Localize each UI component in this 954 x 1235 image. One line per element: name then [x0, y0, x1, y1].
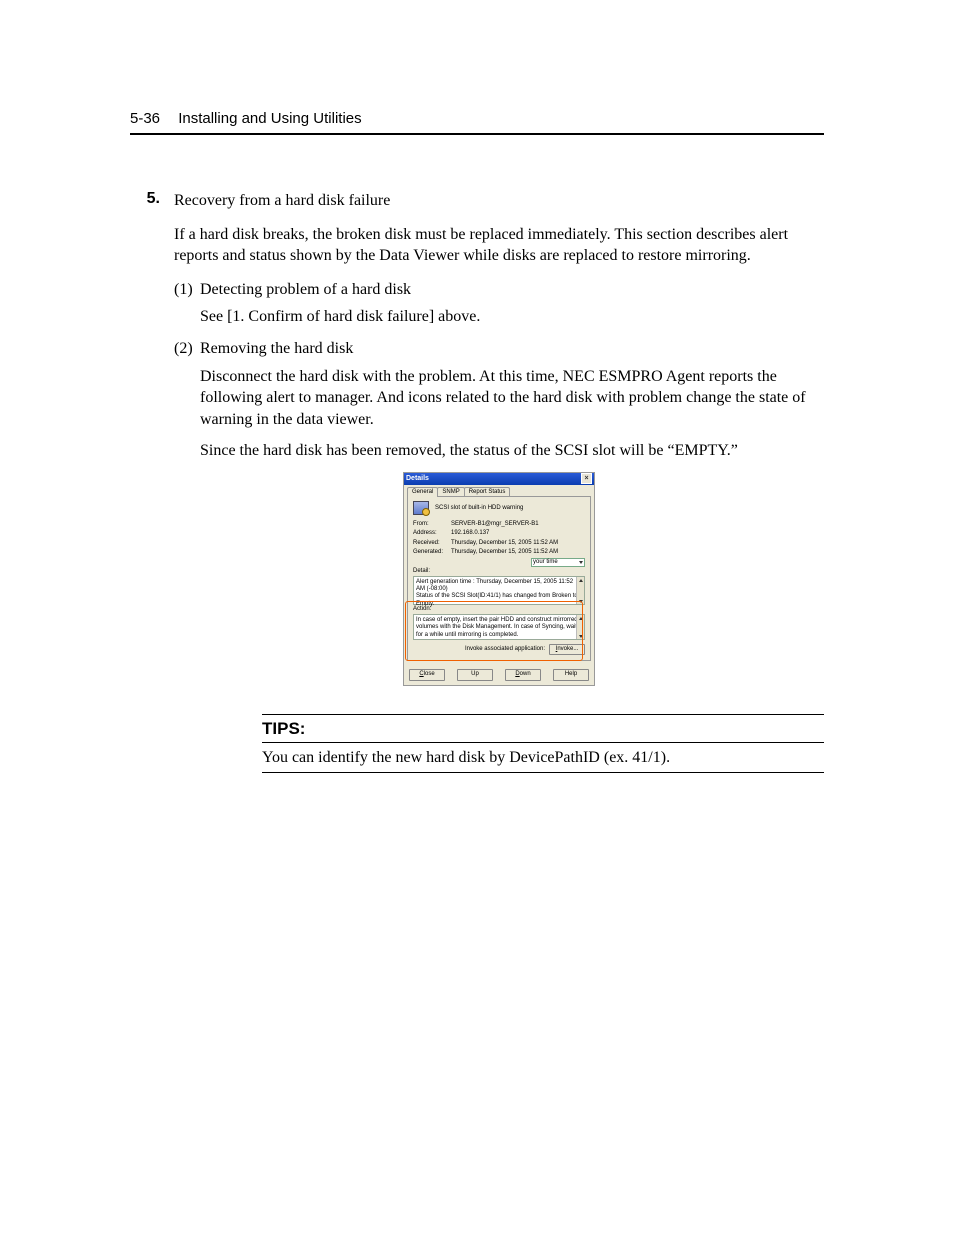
tips-body: You can identify the new hard disk by De…: [262, 743, 824, 773]
substep-2: (2) Removing the hard disk: [174, 338, 824, 366]
page-number: 5-36: [130, 110, 160, 127]
substep-1-num: (1): [174, 279, 200, 307]
substep-2-num: (2): [174, 338, 200, 366]
label-received: Received:: [413, 540, 451, 547]
page-title: Installing and Using Utilities: [178, 110, 361, 127]
invoke-button[interactable]: Invoke...: [549, 644, 585, 655]
scroll-up-icon[interactable]: [577, 615, 584, 621]
value-from: SERVER-B1@mgr_SERVER-B1: [451, 521, 585, 528]
tab-general[interactable]: General: [407, 487, 438, 497]
scroll-down-icon[interactable]: [577, 598, 584, 604]
substep-2-title: Removing the hard disk: [200, 338, 824, 360]
detail-text: Alert generation time : Thursday, Decemb…: [416, 579, 579, 607]
label-from: From:: [413, 521, 451, 528]
step-title: Recovery from a hard disk failure: [174, 190, 824, 212]
action-textbox[interactable]: In case of empty, insert the pair HDD an…: [413, 614, 585, 640]
invoke-button-label: nvoke...: [557, 646, 578, 652]
substep-1-title: Detecting problem of a hard disk: [200, 279, 824, 301]
down-button[interactable]: Down: [505, 669, 541, 680]
detail-textbox[interactable]: Alert generation time : Thursday, Decemb…: [413, 576, 585, 605]
step-5: 5. Recovery from a hard disk failure If …: [130, 190, 824, 704]
time-selector[interactable]: your time: [531, 558, 585, 567]
help-button[interactable]: Help: [553, 669, 589, 680]
tips-box: TIPS: You can identify the new hard disk…: [262, 714, 824, 773]
scrollbar[interactable]: [576, 615, 584, 639]
action-text: In case of empty, insert the pair HDD an…: [416, 617, 579, 637]
invoke-label: Invoke associated application:: [465, 646, 545, 653]
value-generated: Thursday, December 15, 2005 11:52 AM: [451, 549, 585, 556]
value-address: 192.168.0.137: [451, 530, 585, 537]
label-generated: Generated:: [413, 549, 451, 556]
tips-heading: TIPS:: [262, 714, 824, 743]
alert-summary: SCSI slot of built-in HDD warning: [435, 505, 523, 512]
substep-1-body: See [1. Confirm of hard disk failure] ab…: [174, 306, 824, 328]
scroll-up-icon[interactable]: [577, 577, 584, 583]
scrollbar[interactable]: [576, 577, 584, 604]
page-header: 5-36 Installing and Using Utilities: [130, 110, 824, 135]
dialog-details: Details × General SNMP Report Status: [174, 472, 824, 686]
close-icon[interactable]: ×: [581, 473, 592, 484]
substep-1: (1) Detecting problem of a hard disk: [174, 279, 824, 307]
scroll-down-icon[interactable]: [577, 633, 584, 639]
close-button[interactable]: Close: [409, 669, 445, 680]
time-selector-value: your time: [533, 559, 558, 566]
label-address: Address:: [413, 530, 451, 537]
dialog-title: Details: [406, 475, 429, 483]
action-label: Action:: [413, 606, 585, 613]
step-intro: If a hard disk breaks, the broken disk m…: [174, 224, 824, 267]
substep-2-body2: Since the hard disk has been removed, th…: [174, 440, 824, 462]
value-received: Thursday, December 15, 2005 11:52 AM: [451, 540, 585, 547]
detail-label: Detail:: [413, 568, 585, 575]
up-button[interactable]: Up: [457, 669, 493, 680]
dialog-titlebar: Details ×: [404, 473, 594, 485]
chevron-down-icon: [579, 561, 583, 564]
warning-icon: [413, 501, 429, 515]
substep-2-body1: Disconnect the hard disk with the proble…: [174, 366, 824, 431]
step-number: 5.: [130, 190, 174, 704]
